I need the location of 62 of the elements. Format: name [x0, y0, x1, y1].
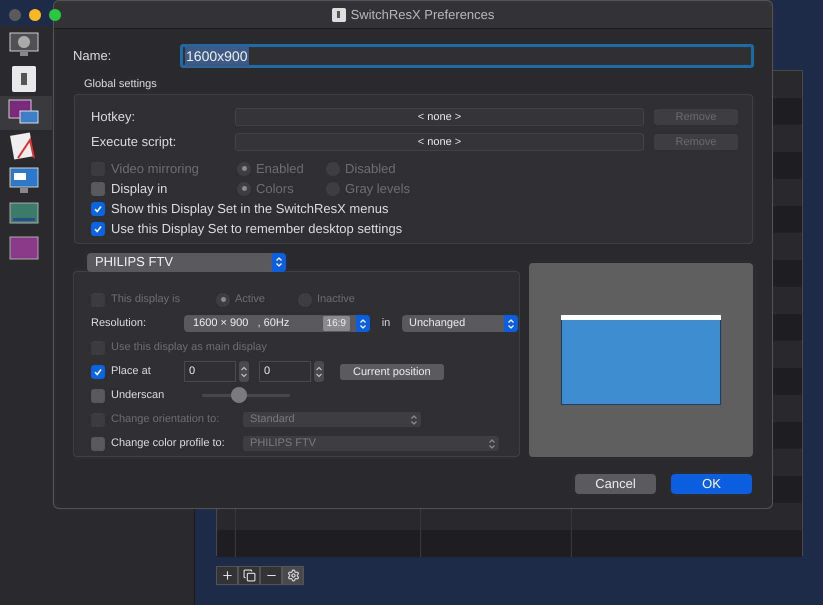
option-label: Video mirroring [111, 160, 199, 178]
field-label: Execute script: [91, 133, 178, 152]
checkbox[interactable] [91, 182, 105, 196]
option-label: Change color profile to: [111, 436, 225, 452]
picker-field[interactable]: < none > [235, 133, 644, 151]
checkbox[interactable] [91, 222, 105, 236]
radio-label: Colors [256, 180, 294, 198]
option-label: Show this Display Set in the SwitchResX menus [111, 200, 388, 218]
add-button[interactable] [216, 566, 238, 585]
coordinate-field[interactable]: 0 [184, 361, 236, 382]
radio-label: Active [235, 292, 265, 308]
group-title: Global settings [84, 77, 158, 92]
coordinate-field[interactable]: 0 [259, 361, 311, 382]
dialog-button[interactable]: OK [671, 474, 752, 494]
settings-button[interactable] [282, 566, 304, 585]
resolution-popup[interactable]: 1600 × 900 , 60Hz 16:9 [184, 315, 370, 332]
option-label: Use this display as main display [111, 340, 267, 356]
current-position-button[interactable]: Current position [340, 364, 444, 380]
minimize-button[interactable] [29, 8, 41, 20]
duplicate-icon [242, 569, 256, 582]
checkbox[interactable] [91, 436, 105, 450]
name-label: Name: [73, 47, 112, 66]
option-label: This display is [111, 292, 180, 308]
joiner-label: in [380, 316, 392, 332]
field-label: Hotkey: [91, 108, 136, 126]
option-label: Display in [111, 180, 168, 198]
window-title: SwitchResX Preferences [350, 6, 494, 24]
display-popup[interactable]: PHILIPS FTV [87, 252, 286, 272]
dialog-button[interactable]: Cancel [575, 474, 656, 494]
option-label: Place at [111, 364, 151, 380]
radio-button[interactable] [237, 182, 251, 196]
option-label: Change orientation to: [111, 412, 220, 428]
picker-field[interactable]: < none > [235, 108, 644, 126]
radio-label: Disabled [345, 160, 396, 178]
popup-arrows-icon [272, 252, 286, 272]
radio-label: Inactive [317, 292, 355, 308]
option-label: Underscan [111, 388, 164, 404]
radio-label: Enabled [256, 160, 304, 178]
resolution-label: Resolution: [91, 316, 148, 332]
stepper[interactable] [239, 361, 249, 382]
plus-icon [220, 569, 234, 582]
aspect-ratio-badge: 16:9 [322, 316, 350, 331]
app-icon [332, 8, 346, 22]
checkmark-icon [93, 366, 103, 376]
option-label: Use this Display Set to remember desktop settings [111, 220, 402, 238]
zoom-button[interactable] [49, 8, 61, 20]
name-field[interactable]: 1600x900 [180, 44, 754, 68]
stepper[interactable] [314, 361, 324, 382]
name-value: 1600x900 [185, 46, 249, 66]
target-popup[interactable]: Unchanged [402, 315, 518, 332]
resolution-value: 1600 × 900 , 60Hz [193, 316, 290, 332]
checkbox[interactable] [91, 388, 105, 402]
slider-thumb[interactable] [230, 387, 247, 403]
popup-arrows-icon [504, 315, 518, 332]
duplicate-button[interactable] [238, 566, 260, 585]
preference-pane-icon [8, 166, 40, 196]
gear-icon [286, 569, 300, 582]
popup-arrows-icon [356, 315, 370, 332]
checkbox[interactable] [91, 202, 105, 216]
radio-label: Gray levels [345, 180, 410, 198]
checkbox[interactable] [91, 364, 105, 378]
sidebar-item[interactable] [0, 96, 52, 130]
